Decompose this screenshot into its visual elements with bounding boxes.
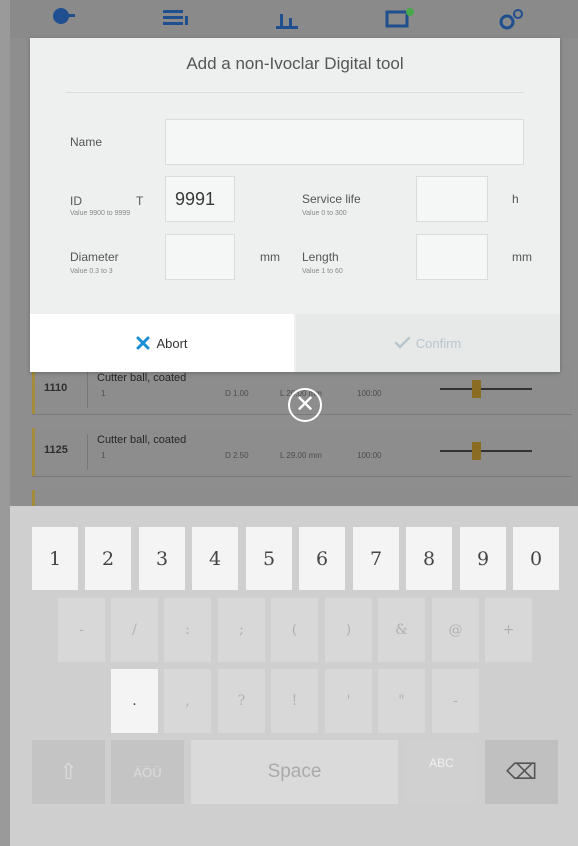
service-life-field[interactable]	[416, 176, 488, 222]
tab-list[interactable]	[122, 0, 228, 38]
key-0[interactable]: 0	[513, 527, 559, 590]
key-question[interactable]: ?	[218, 669, 265, 733]
key-colon[interactable]: :	[164, 598, 211, 662]
add-tool-dialog: Add a non-Ivoclar Digital tool Name ID T…	[30, 38, 560, 372]
tab-tools[interactable]	[234, 0, 340, 38]
id-label: ID	[70, 194, 82, 208]
dialog-footer: Abort Confirm	[30, 314, 560, 372]
space-key[interactable]: Space	[191, 740, 398, 804]
key-exclamation[interactable]: !	[271, 669, 318, 733]
length-unit: mm	[512, 250, 532, 264]
id-prefix: T	[136, 194, 144, 208]
shift-icon: ⇧	[59, 759, 78, 785]
row-divider	[87, 372, 88, 408]
list-icon	[163, 10, 188, 25]
table-row	[32, 490, 572, 506]
abort-label: Abort	[156, 335, 188, 351]
key-hyphen[interactable]: -	[58, 598, 105, 662]
confirm-label: Confirm	[415, 335, 462, 351]
tab-mill[interactable]	[10, 0, 116, 38]
key-7[interactable]: 7	[353, 527, 399, 590]
tool-number: 1110	[44, 382, 68, 394]
key-close-paren[interactable]: )	[325, 598, 372, 662]
key-8[interactable]: 8	[406, 527, 452, 590]
backspace-icon: ⌫	[505, 759, 538, 785]
umlaut-key[interactable]: ÄÖÜ	[111, 740, 184, 804]
length-hint: Value 1 to 60	[302, 268, 343, 275]
key-open-paren[interactable]: (	[271, 598, 318, 662]
dialog-title: Add a non-Ivoclar Digital tool	[186, 54, 404, 73]
key-dash[interactable]: -	[432, 669, 479, 733]
key-9[interactable]: 9	[460, 527, 506, 590]
title-divider	[66, 92, 524, 93]
shift-key[interactable]: ⇧	[32, 740, 105, 804]
tool-number: 1125	[44, 444, 68, 456]
row-divider	[87, 434, 88, 470]
device-icon	[385, 8, 414, 28]
bur-shaft-icon	[440, 388, 532, 390]
tab-settings[interactable]	[458, 0, 564, 38]
id-hint: Value 9900 to 9999	[70, 210, 131, 217]
abc-key[interactable]: ABC	[405, 740, 478, 804]
key-2[interactable]: 2	[85, 527, 131, 590]
key-period[interactable]: .	[111, 669, 158, 733]
key-ampersand[interactable]: &	[378, 598, 425, 662]
key-comma[interactable]: ,	[164, 669, 211, 733]
tools-icon	[276, 14, 298, 29]
key-5[interactable]: 5	[246, 527, 292, 590]
tool-length: L 29.00 mm	[280, 451, 322, 460]
service-life-unit: h	[512, 192, 519, 206]
diameter-unit: mm	[260, 250, 280, 264]
name-field[interactable]	[165, 119, 524, 165]
key-quote[interactable]: "	[378, 669, 425, 733]
key-6[interactable]: 6	[299, 527, 345, 590]
tab-device[interactable]	[346, 0, 452, 38]
close-icon	[136, 336, 150, 350]
key-semicolon[interactable]: ;	[218, 598, 265, 662]
key-at[interactable]: @	[432, 598, 479, 662]
name-label: Name	[70, 135, 103, 149]
tool-name: Cutter ball, coated	[97, 434, 187, 446]
tool-qty: 1	[101, 451, 106, 460]
id-field[interactable]: 9991	[165, 176, 235, 222]
key-1[interactable]: 1	[32, 527, 78, 590]
length-label: Length	[302, 250, 339, 264]
tool-name: Cutter ball, coated	[97, 372, 187, 384]
gear-icon	[499, 9, 523, 30]
service-life-hint: Value 0 to 300	[302, 210, 347, 217]
bur-shaft-icon	[440, 450, 532, 452]
diameter-label: Diameter	[70, 250, 119, 264]
key-apostrophe[interactable]: '	[325, 669, 372, 733]
bur-head-icon	[472, 380, 481, 398]
table-row[interactable]: 1125 Cutter ball, coated 1 D 2.50 L 29.0…	[32, 428, 572, 476]
diameter-field[interactable]	[165, 234, 235, 280]
abort-button[interactable]: Abort	[30, 314, 294, 372]
key-slash[interactable]: /	[111, 598, 158, 662]
diameter-hint: Value 0.3 to 3	[70, 268, 113, 275]
bur-head-icon	[472, 442, 481, 460]
key-3[interactable]: 3	[139, 527, 185, 590]
checkmark-icon	[394, 337, 410, 349]
top-tab-bar	[10, 0, 578, 38]
key-4[interactable]: 4	[192, 527, 238, 590]
backspace-key[interactable]: ⌫	[485, 740, 558, 804]
tool-life: 100:00	[357, 451, 382, 460]
length-field[interactable]	[416, 234, 488, 280]
tool-life: 100:00	[357, 389, 382, 398]
key-plus[interactable]: +	[485, 598, 532, 662]
confirm-button[interactable]: Confirm	[296, 314, 560, 372]
service-life-label: Service life	[302, 192, 361, 206]
mill-icon	[53, 8, 75, 24]
close-icon[interactable]: ✕	[288, 388, 322, 422]
tool-qty: 1	[101, 389, 106, 398]
tool-diameter: D 2.50	[225, 451, 249, 460]
numeric-keyboard: 1 2 3 4 5 6 7 8 9 0 - / : ; ( ) & @ + . …	[10, 506, 578, 846]
tool-diameter: D 1.00	[225, 389, 249, 398]
